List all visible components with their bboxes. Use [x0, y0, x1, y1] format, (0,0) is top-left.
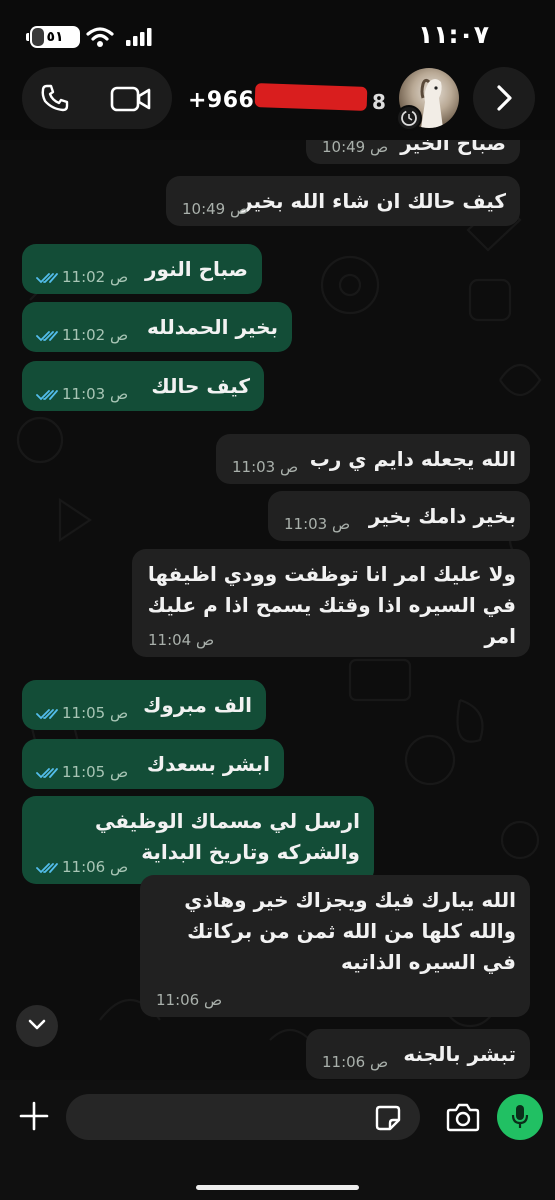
message-status: 11:03 ص — [36, 385, 128, 403]
message-bubble-outgoing[interactable]: ابشر بسعدك 11:05 ص — [22, 739, 284, 789]
disappearing-timer-badge — [396, 105, 422, 131]
sticker-icon[interactable] — [374, 1104, 402, 1132]
message-bubble-incoming[interactable]: بخير دامك بخير 11:03 ص — [268, 491, 530, 541]
message-bubble-incoming[interactable]: ولا عليك امر انا توظفت وودي اظيفها في ال… — [132, 549, 530, 657]
message-time: 11:03 ص — [284, 515, 351, 533]
read-receipt-icon — [36, 863, 58, 874]
status-bar: ٥١ ١١:٠٧ — [0, 0, 555, 60]
chevron-right-icon — [497, 85, 512, 111]
chat-header: +966 8 — [0, 60, 555, 140]
message-bubble-incoming[interactable]: صباح الخير 10:49 ص — [306, 140, 520, 164]
read-receipt-icon — [36, 273, 58, 284]
message-bubble-incoming[interactable]: كيف حالك ان شاء الله بخير 10:49 ص — [166, 176, 520, 226]
chevron-down-icon — [28, 1019, 46, 1030]
message-bubble-outgoing[interactable]: صباح النور 11:02 ص — [22, 244, 262, 294]
status-time: ١١:٠٧ — [417, 20, 489, 49]
message-status: 11:05 ص — [36, 704, 128, 722]
chat-area[interactable]: صباح الخير 10:49 ص كيف حالك ان شاء الله … — [0, 140, 555, 1080]
message-composer — [0, 1080, 555, 1200]
call-actions — [22, 67, 172, 129]
forward-button[interactable] — [473, 67, 535, 129]
message-input[interactable] — [66, 1094, 420, 1140]
read-receipt-icon — [36, 390, 58, 401]
video-call-icon[interactable] — [110, 85, 152, 113]
contact-name[interactable]: +966 — [188, 88, 254, 113]
message-bubble-outgoing[interactable]: كيف حالك 11:03 ص — [22, 361, 264, 411]
message-text: الله يبارك فيك ويجزاك خير وهاذي والله كل… — [184, 888, 516, 974]
message-status: 11:06 ص — [36, 858, 128, 876]
message-bubble-incoming[interactable]: تبشر بالجنه 11:06 ص — [306, 1029, 530, 1079]
redaction-mark — [254, 83, 368, 111]
battery-icon: ٥١ — [30, 26, 80, 48]
battery-level: ٥١ — [46, 29, 64, 45]
contact-name-suffix: 8 — [372, 90, 386, 114]
wifi-icon — [86, 27, 114, 47]
battery-cap — [26, 33, 29, 41]
cellular-signal-icon — [126, 28, 152, 46]
timer-icon — [401, 110, 417, 126]
message-bubble-outgoing[interactable]: بخير الحمدلله 11:02 ص — [22, 302, 292, 352]
message-status: 11:05 ص — [36, 763, 128, 781]
camera-icon[interactable] — [446, 1102, 480, 1132]
message-bubble-outgoing[interactable]: ارسل لي مسماك الوظيفي والشركه وتاريخ الب… — [22, 796, 374, 884]
message-time: 11:04 ص — [148, 631, 215, 649]
home-indicator — [196, 1185, 359, 1190]
message-bubble-incoming[interactable]: الله يجعله دايم ي رب 11:03 ص — [216, 434, 530, 484]
message-bubble-outgoing[interactable]: الف مبروك 11:05 ص — [22, 680, 266, 730]
message-status: 11:02 ص — [36, 268, 128, 286]
message-time: 11:03 ص — [232, 458, 299, 476]
scroll-to-bottom-button[interactable] — [16, 1005, 58, 1047]
phone-call-icon[interactable] — [40, 83, 70, 113]
message-time: 10:49 ص — [322, 140, 389, 156]
message-status: 11:02 ص — [36, 326, 128, 344]
message-time: 10:49 ص — [182, 200, 249, 218]
read-receipt-icon — [36, 768, 58, 779]
plus-icon[interactable] — [18, 1100, 50, 1132]
message-bubble-incoming[interactable]: الله يبارك فيك ويجزاك خير وهاذي والله كل… — [140, 875, 530, 1017]
message-time: 11:06 ص — [156, 991, 223, 1009]
voice-message-button[interactable] — [497, 1094, 543, 1140]
message-time: 11:06 ص — [322, 1053, 389, 1071]
read-receipt-icon — [36, 331, 58, 342]
read-receipt-icon — [36, 709, 58, 720]
microphone-icon — [511, 1105, 529, 1128]
